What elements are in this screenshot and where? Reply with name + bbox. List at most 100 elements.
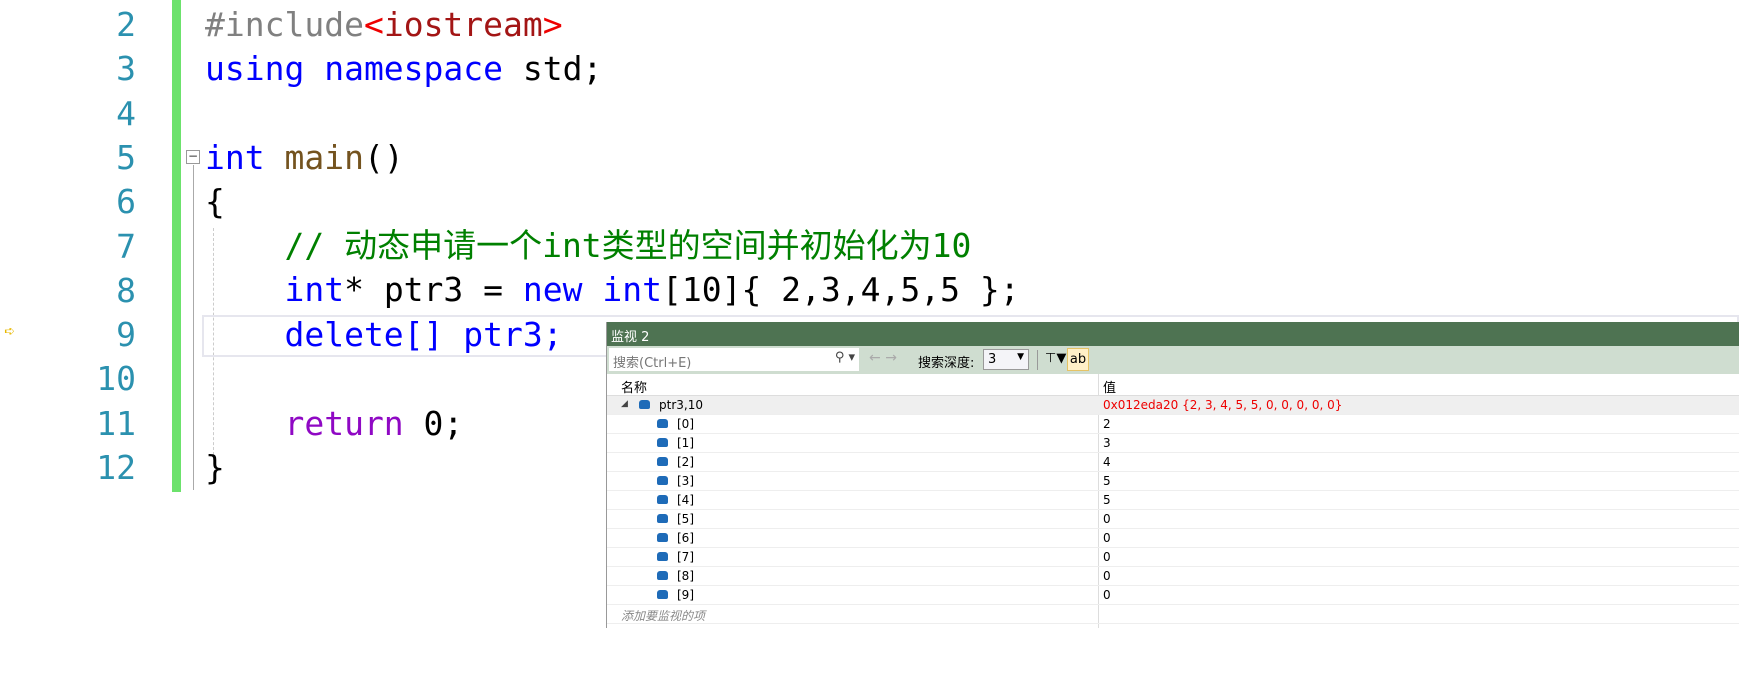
token: int	[205, 270, 345, 309]
line-number: 9	[116, 315, 136, 355]
line-number: 12	[96, 448, 136, 487]
search-input[interactable]: 搜索(Ctrl+E) ⚲ ▾	[609, 348, 859, 371]
watch-row[interactable]: [9] 0	[607, 586, 1739, 605]
row-value[interactable]: 0	[1103, 550, 1111, 564]
row-value[interactable]: 5	[1103, 474, 1111, 488]
row-name: [1]	[677, 436, 694, 450]
row-name: [0]	[677, 417, 694, 431]
watch-row[interactable]: [4] 5	[607, 491, 1739, 510]
variable-icon	[657, 476, 668, 485]
variable-icon	[639, 400, 650, 409]
code-line-8: int* ptr3 = new int[10]{ 2,3,4,5,5 };	[205, 268, 1020, 312]
depth-value: 3	[988, 352, 997, 367]
row-value[interactable]: 5	[1103, 493, 1111, 507]
row-name: ptr3,10	[659, 398, 703, 412]
watch-row[interactable]: [6] 0	[607, 529, 1739, 548]
watch-row[interactable]: [7] 0	[607, 548, 1739, 567]
token: std;	[503, 49, 603, 88]
line-number: 4	[116, 93, 136, 133]
token: #include	[205, 5, 364, 44]
forward-arrow-icon[interactable]: →	[885, 350, 897, 366]
variable-icon	[657, 533, 668, 542]
watch-row[interactable]: [2] 4	[607, 453, 1739, 472]
watch-title[interactable]: 监视 2	[607, 322, 1739, 346]
search-icon[interactable]: ⚲ ▾	[835, 350, 855, 365]
nav-arrows: ← →	[869, 350, 897, 366]
row-value[interactable]: 0	[1103, 531, 1111, 545]
code-line-12: }	[205, 448, 225, 487]
watch-header: 名称 值	[607, 374, 1739, 396]
row-value[interactable]: 0	[1103, 588, 1111, 602]
token: >	[542, 5, 563, 44]
token: main	[264, 138, 364, 177]
watch-row[interactable]: [3] 5	[607, 472, 1739, 491]
line-number: 11	[96, 403, 136, 443]
line-number: 6	[116, 182, 136, 222]
row-value[interactable]: 2	[1103, 417, 1111, 431]
line-number: 3	[116, 49, 136, 89]
token: new int	[522, 270, 662, 309]
token: ()	[363, 138, 404, 177]
token: [] ptr3;	[403, 315, 563, 354]
row-name: [5]	[677, 512, 694, 526]
watch-row[interactable]: [1] 3	[607, 434, 1739, 453]
collapse-triangle-icon[interactable]: ◢	[621, 399, 628, 409]
token: <	[363, 5, 384, 44]
variable-icon	[657, 571, 668, 580]
token: iostream	[383, 5, 543, 44]
watch-toolbar: 搜索(Ctrl+E) ⚲ ▾ ← → 搜索深度: 3 ▼ ⊤▼ ab	[607, 346, 1739, 374]
token: 0;	[403, 404, 464, 443]
token: using namespace	[205, 49, 504, 88]
fold-line	[193, 165, 194, 490]
code-line-7: // 动态申请一个int类型的空间并初始化为10	[205, 226, 972, 265]
instruction-pointer-icon: ➪	[4, 321, 15, 342]
line-number: 7	[116, 226, 136, 266]
name-column-header[interactable]: 名称	[621, 377, 647, 396]
watch-row[interactable]: [5] 0	[607, 510, 1739, 529]
row-value[interactable]: 0x012eda20 {2, 3, 4, 5, 5, 0, 0, 0, 0, 0…	[1103, 398, 1342, 412]
row-name: [2]	[677, 455, 694, 469]
variable-icon	[657, 438, 668, 447]
token: int	[205, 138, 265, 177]
row-value[interactable]: 0	[1103, 512, 1111, 526]
hex-display-icon[interactable]: ab	[1067, 348, 1089, 371]
code-line-2: #include<iostream>	[205, 3, 563, 47]
add-watch-placeholder: 添加要监视的项	[621, 609, 706, 623]
pin-filter-icon[interactable]: ⊤▼	[1045, 351, 1066, 366]
code-line-9: delete[] ptr3;	[205, 313, 563, 357]
variable-icon	[657, 457, 668, 466]
row-value[interactable]: 0	[1103, 569, 1111, 583]
divider	[1037, 350, 1038, 370]
variable-icon	[657, 419, 668, 428]
token: delete	[205, 315, 404, 354]
variable-icon	[657, 514, 668, 523]
code-line-3: using namespace std;	[205, 47, 602, 91]
row-name: [6]	[677, 531, 694, 545]
token: * ptr3 =	[344, 270, 523, 309]
chevron-down-icon: ▼	[1017, 352, 1024, 362]
value-column-header[interactable]: 值	[1103, 377, 1116, 396]
variable-icon	[657, 552, 668, 561]
collapse-icon[interactable]: −	[186, 150, 200, 164]
row-name: [4]	[677, 493, 694, 507]
watch-row-root[interactable]: ◢ ptr3,10 0x012eda20 {2, 3, 4, 5, 5, 0, …	[607, 396, 1739, 415]
row-name: [7]	[677, 550, 694, 564]
depth-select[interactable]: 3 ▼	[983, 349, 1029, 370]
watch-row[interactable]: [8] 0	[607, 567, 1739, 586]
row-name: [8]	[677, 569, 694, 583]
row-name: [9]	[677, 588, 694, 602]
change-margin	[172, 0, 181, 492]
depth-label: 搜索深度:	[918, 356, 975, 371]
row-value[interactable]: 4	[1103, 455, 1111, 469]
variable-icon	[657, 495, 668, 504]
code-line-5: int main()	[205, 136, 404, 180]
back-arrow-icon[interactable]: ←	[869, 350, 881, 366]
line-number: 2	[116, 5, 136, 44]
token: [10]{ 2,3,4,5,5 };	[661, 270, 1020, 309]
row-value[interactable]: 3	[1103, 436, 1111, 450]
token: return	[205, 404, 404, 443]
watch-row[interactable]: [0] 2	[607, 415, 1739, 434]
code-line-6: {	[205, 182, 225, 221]
add-watch-row[interactable]: 添加要监视的项	[607, 605, 1739, 624]
line-number: 8	[116, 270, 136, 310]
